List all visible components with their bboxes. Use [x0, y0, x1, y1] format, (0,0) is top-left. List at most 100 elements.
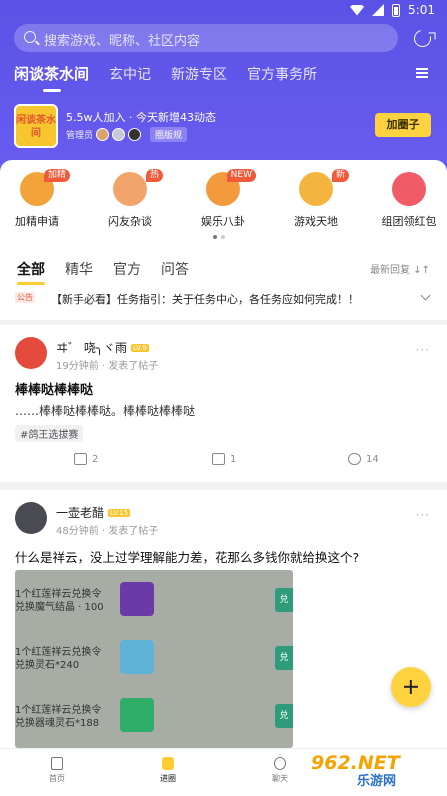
post-title[interactable]: 棒棒哒棒棒哒 [15, 379, 93, 398]
create-post-button[interactable] [391, 667, 431, 707]
category-badge: NEW [226, 169, 256, 182]
tab-new-games[interactable]: 新游专区 [171, 64, 227, 84]
category-item[interactable]: 新 游戏天地 [286, 169, 349, 229]
category-badge: 新 [331, 169, 349, 182]
post-meta: 48分钟前 · 发表了帖子 [56, 526, 159, 537]
author-row: ヰ゛ 哓╮ヾ雨 LV.9 [56, 339, 149, 356]
menu-icon[interactable] [416, 68, 428, 78]
wifi-icon [350, 4, 365, 16]
rules-badge[interactable]: 圈版规 [150, 127, 188, 142]
category-row: 加精 加精申请 热 闪友杂谈 NEW 娱乐八卦 新 游戏天地 组团领红包 [0, 169, 447, 242]
search-placeholder: 搜索游戏、昵称、社区内容 [44, 34, 201, 49]
post-image[interactable]: 1个红莲祥云兑换令 兑换魔气结晶 · 100 兑 1个红莲祥云兑换令 兑换灵石*24… [15, 570, 293, 748]
feed-tabs: 全部 精华 官方 问答 [17, 259, 189, 285]
tab-official[interactable]: 官方事务所 [247, 64, 317, 84]
category-icon: NEW [206, 169, 256, 206]
battery-icon [392, 3, 401, 17]
author-name[interactable]: 一壶老醋 [56, 504, 104, 521]
level-badge: LV.15 [108, 508, 131, 517]
exchange-button: 兑 [275, 646, 293, 670]
category-label: 闪友杂谈 [108, 215, 152, 228]
avatar[interactable] [96, 128, 110, 141]
post-card[interactable]: 一壶老醋 LV.15 48分钟前 · 发表了帖子 ··· 什么是祥云，没上过学理… [0, 490, 447, 748]
comment-button[interactable]: 1 [212, 453, 236, 465]
nav-label: 进圈 [160, 774, 176, 783]
gem-icon [120, 582, 154, 616]
more-icon[interactable]: ··· [416, 343, 430, 357]
post-card[interactable]: ヰ゛ 哓╮ヾ雨 LV.9 19分钟前 · 发表了帖子 ··· 棒棒哒棒棒哒 ……… [0, 325, 447, 482]
sort-label: 最新回复 [370, 265, 411, 276]
sort-dropdown[interactable]: 最新回复 ↓↑ [370, 261, 430, 276]
nav-home[interactable]: 首页 [37, 757, 77, 784]
topic-tag[interactable]: #鸽王选拔赛 [15, 425, 84, 442]
category-icon: 热 [113, 169, 163, 206]
home-icon [51, 757, 63, 770]
admin-row: 管理员 圈版规 [66, 127, 188, 142]
avatar[interactable] [128, 128, 142, 141]
feed-tab-qa[interactable]: 问答 [161, 259, 189, 279]
nav-circles[interactable]: 进圈 [148, 757, 188, 784]
exchange-button: 兑 [275, 704, 293, 728]
share-button[interactable]: 2 [74, 453, 98, 465]
notice-text: 【新手必看】任务指引：关于任务中心，各任务应如何完成！！ [51, 293, 359, 306]
search-input[interactable]: 搜索游戏、昵称、社区内容 [14, 24, 398, 52]
chevron-down-icon [420, 290, 431, 301]
category-item[interactable]: NEW 娱乐八卦 [193, 169, 256, 229]
category-label: 娱乐八卦 [201, 215, 245, 228]
category-label: 组团领红包 [381, 215, 437, 228]
level-badge: LV.9 [131, 343, 149, 352]
clap-icon [348, 453, 361, 465]
signal-icon [372, 4, 385, 16]
gem-icon [120, 698, 154, 732]
image-row: 1个红莲祥云兑换令 兑换魔气结晶 · 100 兑 [15, 578, 293, 628]
avatar[interactable] [15, 502, 47, 534]
category-badge: 热 [145, 169, 163, 182]
share-count: 2 [92, 453, 99, 465]
feed-tab-all[interactable]: 全部 [17, 259, 45, 285]
author-name[interactable]: ヰ゛ 哓╮ヾ雨 [56, 339, 127, 356]
category-item[interactable]: 热 闪友杂谈 [100, 169, 163, 229]
category-label: 加精申请 [15, 215, 59, 228]
post-body[interactable]: 什么是祥云，没上过学理解能力差，花那么多钱你就给换这个? [15, 547, 359, 566]
image-row: 1个红莲祥云兑换令 兑换器魂灵石*188 兑 [15, 694, 293, 744]
author-row: 一壶老醋 LV.15 [56, 504, 131, 521]
circle-stats: 5.5w人加入 · 今天新增43动态 [66, 111, 216, 124]
pager-dots [213, 235, 225, 239]
comment-icon [212, 453, 225, 465]
like-count: 14 [366, 453, 379, 465]
watermark-logo: 962.NET 乐游网 [311, 752, 400, 789]
header: 5:01 搜索游戏、昵称、社区内容 闲谈茶水间 玄中记 新游专区 官方事务所 闲… [0, 0, 447, 178]
nav-label: 聊天 [272, 774, 288, 783]
share-icon[interactable] [410, 26, 435, 51]
join-circle-button[interactable]: 加圈子 [375, 113, 431, 137]
red-packet-icon [392, 172, 426, 206]
category-item[interactable]: 组团领红包 [379, 172, 439, 229]
category-item[interactable]: 加精 加精申请 [7, 169, 70, 229]
circle-logo: 闲谈茶水间 [14, 104, 58, 148]
circle-icon [162, 757, 174, 770]
category-icon: 加精 [20, 169, 70, 206]
search-icon [24, 31, 36, 43]
avatar[interactable] [112, 128, 126, 141]
admin-label: 管理员 [66, 131, 94, 141]
feed-tab-official[interactable]: 官方 [113, 259, 141, 279]
gem-icon [120, 640, 154, 674]
post-actions: 2 1 14 [0, 453, 447, 471]
notice-bar[interactable]: 公告 【新手必看】任务指引：关于任务中心，各任务应如何完成！！ [15, 290, 433, 308]
top-nav: 闲谈茶水间 玄中记 新游专区 官方事务所 [14, 63, 317, 84]
tab-chat-room[interactable]: 闲谈茶水间 [14, 63, 89, 84]
nav-chat[interactable]: 聊天 [260, 757, 300, 784]
exchange-button: 兑 [275, 588, 293, 612]
like-button[interactable]: 14 [348, 453, 379, 465]
image-row: 1个红莲祥云兑换令 兑换灵石*240 兑 [15, 636, 293, 686]
notice-tag: 公告 [15, 292, 35, 303]
post-body[interactable]: ……棒棒哒棒棒哒。棒棒哒棒棒哒 [15, 402, 195, 419]
more-icon[interactable]: ··· [416, 508, 430, 522]
tab-xuanzhongji[interactable]: 玄中记 [109, 64, 151, 84]
feed-tab-featured[interactable]: 精华 [65, 259, 93, 279]
comment-count: 1 [230, 453, 237, 465]
chat-icon [274, 757, 286, 770]
status-time: 5:01 [408, 3, 435, 17]
avatar[interactable] [15, 337, 47, 369]
category-icon: 新 [299, 169, 349, 206]
